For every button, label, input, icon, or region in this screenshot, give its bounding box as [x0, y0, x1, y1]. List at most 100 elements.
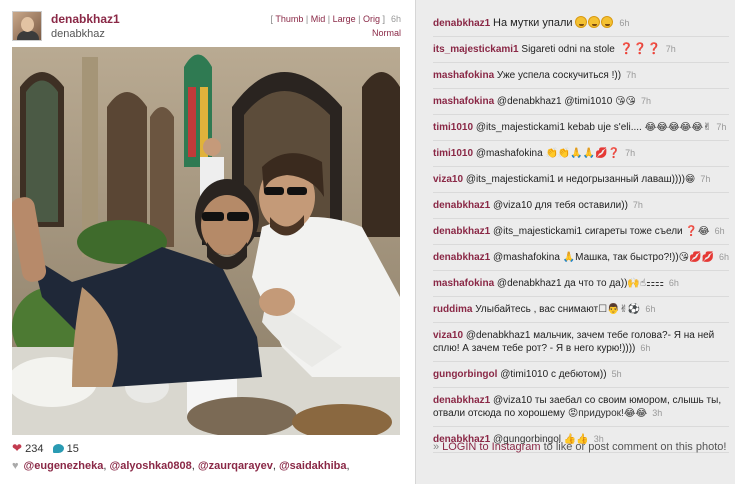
comment-text: @its_majestickami1 и недогрызанный лаваш… — [465, 174, 685, 185]
comment-item: its_majestickami1 Sigareti odni na stole… — [433, 41, 729, 63]
comment-text: @its_majestickami1 kebab uje s'eli.... — [475, 122, 642, 133]
post-photo[interactable] — [12, 47, 400, 435]
comment-emoji: 😁 — [684, 174, 696, 185]
comment-time: 7h — [700, 174, 711, 184]
comment-emoji: 🙌☝⚏⚏ — [627, 278, 664, 289]
comment-username[interactable]: denabkhaz1 — [433, 200, 490, 211]
comment-text: @its_majestickami1 сигареты тоже съели — [493, 226, 683, 237]
comment-username[interactable]: mashafokina — [433, 70, 494, 81]
comment-item: timi1010 @mashafokina 👏👏🙏🙏💋❓ 7h — [433, 145, 729, 167]
comment-username[interactable]: denabkhaz1 — [433, 252, 490, 263]
size-large-link[interactable]: Large — [333, 14, 356, 24]
liker-link[interactable]: @eugenezheka — [24, 460, 104, 472]
comment-text: На мутки упали — [493, 17, 573, 29]
comment-time: 6h — [714, 226, 725, 236]
post-username[interactable]: denabkhaz1 — [51, 12, 120, 26]
comment-text: @denabkhaz1 мальчик, зачем тебе голова?-… — [433, 330, 715, 354]
likes-count: 234 — [25, 443, 44, 455]
comment-time: 6h — [668, 278, 679, 288]
comment-time: 6h — [619, 18, 630, 28]
comment-item: mashafokina @denabkhaz1 @timi1010 😘😘 7h — [433, 93, 729, 115]
comment-time: 7h — [625, 148, 636, 158]
laughing-emoji-icon — [588, 16, 601, 28]
comment-text: Уже успела соскучиться !)) — [496, 70, 622, 81]
comment-username[interactable]: denabkhaz1 — [433, 226, 490, 237]
likers-list: ♥ @eugenezheka, @alyoshka0808, @zaurqaray… — [12, 460, 350, 472]
comment-item: viza10 @denabkhaz1 мальчик, зачем тебе г… — [433, 327, 729, 362]
comment-text: @viza10 для тебя оставили)) — [493, 200, 628, 211]
comment-username[interactable]: mashafokina — [433, 278, 494, 289]
login-text: to like or post comment on this photo! — [543, 441, 727, 453]
comment-time: 3h — [652, 408, 663, 418]
liker-link[interactable]: @saidakhiba — [279, 460, 347, 472]
avatar[interactable] — [12, 11, 42, 41]
comment-username[interactable]: gungorbingol — [433, 369, 497, 380]
size-mid-link[interactable]: Mid — [311, 14, 326, 24]
comment-emoji: ❓😂 — [685, 226, 710, 237]
comment-text: Sigareti odni na stole — [521, 44, 615, 55]
photo-card: denabkhaz1 denabkhaz [ Thumb | Mid | Lar… — [0, 0, 416, 484]
comment-time: 6h — [640, 343, 651, 353]
heart-small-icon: ♥ — [12, 460, 19, 472]
comment-icon[interactable] — [52, 444, 64, 453]
comment-time: 7h — [626, 70, 637, 80]
comment-emoji: ❓❓❓ — [619, 43, 661, 55]
comment-emoji: 🙏 — [562, 252, 576, 263]
comment-item: gungorbingol @timi1010 с дебютом)) 5h — [433, 366, 729, 388]
post-stats: ❤ 234 15 — [12, 441, 79, 455]
comment-username[interactable]: its_majestickami1 — [433, 44, 519, 55]
size-orig-link[interactable]: Orig — [363, 14, 380, 24]
comment-text: Машка, так быстро?!)) — [575, 252, 679, 263]
comments-list: denabkhaz1 На мутки упали 6h its_majesti… — [433, 14, 729, 457]
comment-username[interactable]: timi1010 — [433, 122, 473, 133]
post-header: denabkhaz1 denabkhaz [ Thumb | Mid | Lar… — [12, 11, 401, 43]
arrow-icon: » — [433, 441, 440, 453]
comment-text: @denabkhaz1 да что то да)) — [496, 278, 628, 289]
comment-item: denabkhaz1 @its_majestickami1 сигареты т… — [433, 223, 729, 245]
comment-time: 6h — [645, 304, 656, 314]
liker-link[interactable]: @zaurqarayev — [198, 460, 273, 472]
comment-emoji: 😘💋💋 — [678, 252, 714, 263]
comment-item: viza10 @its_majestickami1 и недогрызанны… — [433, 171, 729, 193]
comment-text: @timi1010 с дебютом — [500, 369, 600, 380]
comment-item: denabkhaz1 На мутки упали 6h — [433, 14, 729, 37]
comment-item: timi1010 @its_majestickami1 kebab uje s'… — [433, 119, 729, 141]
comments-count: 15 — [66, 443, 79, 455]
laughing-emoji-icon — [601, 16, 614, 28]
comment-time: 7h — [665, 44, 676, 54]
comment-username[interactable]: viza10 — [433, 174, 463, 185]
comment-username[interactable]: denabkhaz1 — [433, 395, 490, 406]
comment-username[interactable]: mashafokina — [433, 96, 494, 107]
post-time: 6h — [390, 14, 401, 24]
laughing-emoji-icon — [575, 16, 588, 28]
login-link[interactable]: LOGIN to Instagram — [442, 441, 540, 453]
comment-username[interactable]: viza10 — [433, 330, 463, 341]
size-thumb-link[interactable]: Thumb — [275, 14, 303, 24]
comment-time: 7h — [640, 96, 651, 106]
comment-username[interactable]: denabkhaz1 — [433, 18, 490, 29]
size-links: [ Thumb | Mid | Large | Orig ] 6h — [270, 14, 401, 24]
comment-text: @denabkhaz1 @timi1010 — [496, 96, 613, 107]
photo-illustration — [12, 47, 400, 435]
comment-item: denabkhaz1 @viza10 ты заебал со своим юм… — [433, 392, 729, 427]
comment-emoji: 😡придурок!😂😂 — [567, 408, 648, 419]
comment-emoji: ☐👨✌⚽ — [598, 304, 641, 315]
normal-link[interactable]: Normal — [372, 28, 401, 38]
page: denabkhaz1 denabkhaz [ Thumb | Mid | Lar… — [0, 0, 735, 484]
comment-emoji: 😂😂😂😂😂✌ — [644, 122, 712, 133]
comment-item: denabkhaz1 @viza10 для тебя оставили)) 7h — [433, 197, 729, 219]
comment-emoji: )) — [599, 369, 607, 380]
comment-username[interactable]: ruddima — [433, 304, 472, 315]
login-prompt: » LOGIN to Instagram to like or post comm… — [433, 441, 726, 453]
comment-item: mashafokina @denabkhaz1 да что то да))🙌☝… — [433, 275, 729, 297]
comment-time: 5h — [611, 369, 622, 379]
comment-username[interactable]: timi1010 — [433, 148, 473, 159]
comment-item: ruddima Улыбайтесь , вас снимают☐👨✌⚽ 6h — [433, 301, 729, 323]
heart-icon[interactable]: ❤ — [12, 441, 22, 455]
comment-text: @mashafokina — [493, 252, 560, 263]
comment-emoji: 👏👏🙏🙏💋❓ — [545, 148, 621, 159]
comment-time: 7h — [716, 122, 727, 132]
liker-link[interactable]: @alyoshka0808 — [109, 460, 191, 472]
comment-item: mashafokina Уже успела соскучиться !)) 7h — [433, 67, 729, 89]
comment-text: Улыбайтесь , вас снимают — [475, 304, 599, 315]
